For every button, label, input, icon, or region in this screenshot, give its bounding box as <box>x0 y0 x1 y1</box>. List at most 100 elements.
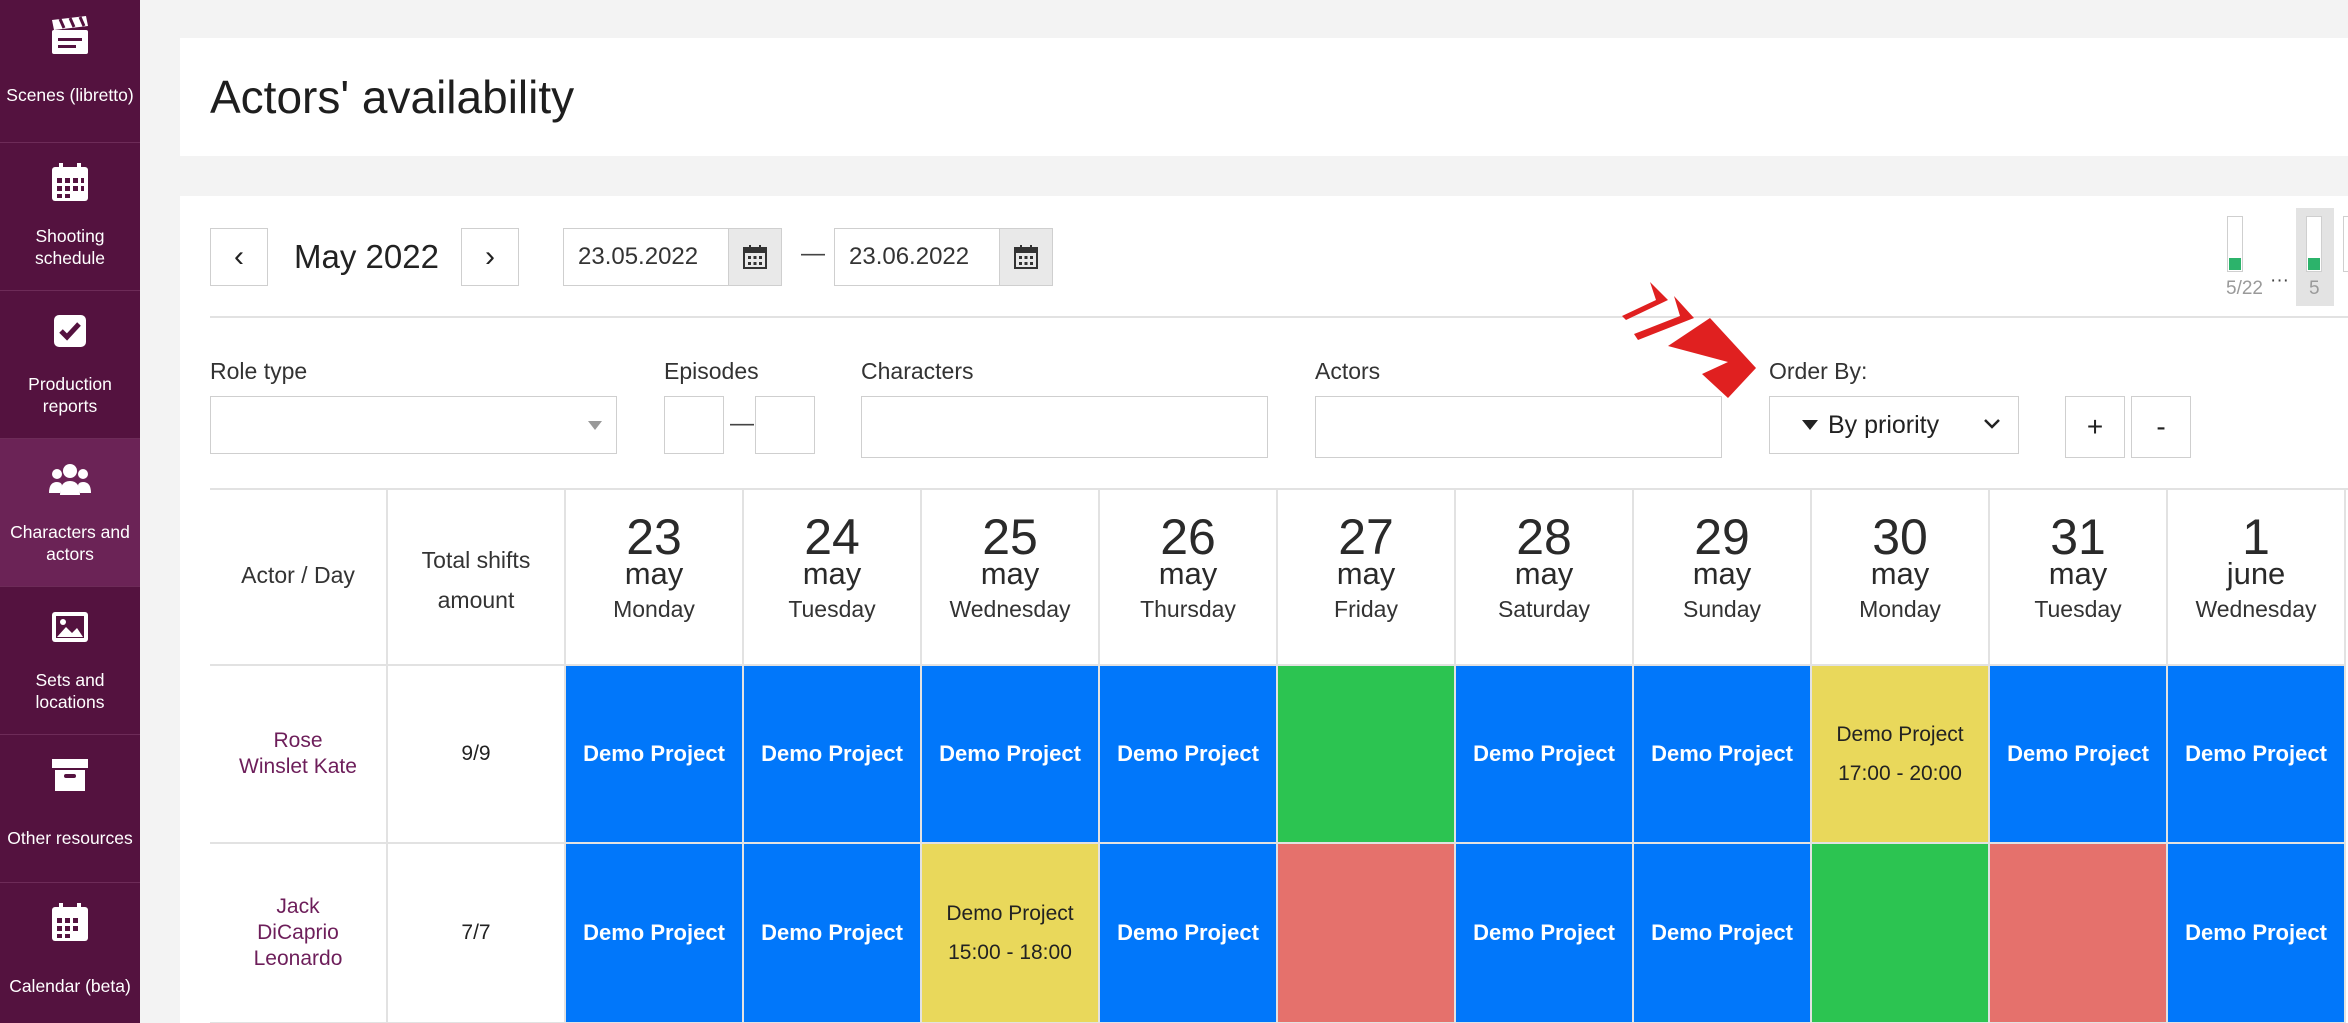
date-range-separator: — <box>801 240 825 267</box>
day-month: may <box>1692 556 1752 591</box>
availability-cell[interactable]: Demo Project <box>744 844 922 1023</box>
order-by-label: Order By: <box>1769 358 1868 384</box>
role-type-select[interactable] <box>210 396 617 454</box>
project-name: Demo Project <box>1117 741 1259 766</box>
project-name: Demo Project <box>1473 920 1615 945</box>
project-name: Demo Project <box>2007 741 2149 766</box>
availability-cell[interactable]: Demo Project 15:00 - 18:00 <box>922 844 1100 1023</box>
next-month-button[interactable]: › <box>461 228 519 286</box>
availability-cell[interactable] <box>1278 666 1456 844</box>
progress-fill <box>2229 258 2241 270</box>
archive-box-icon <box>52 759 88 791</box>
divider <box>210 316 2348 318</box>
header-actor-day: Actor / Day <box>210 488 388 666</box>
order-by-value: By priority <box>1828 410 1940 439</box>
availability-cell[interactable]: Demo Project <box>1990 666 2168 844</box>
table-row-actor-cell: Jaсk DiCaprio Leonardo <box>210 844 388 1023</box>
episodes-from-input[interactable] <box>664 396 724 454</box>
date-from-calendar-button[interactable] <box>728 228 782 286</box>
availability-cell[interactable]: Demo Project 17:00 - 20:00 <box>1812 666 1990 844</box>
actor-link-jack[interactable]: Jaсk DiCaprio Leonardo <box>254 894 343 972</box>
order-by-select[interactable]: By priority <box>1769 396 2019 454</box>
availability-cell[interactable] <box>1278 844 1456 1023</box>
actor-name-line: DiCaprio <box>257 921 339 944</box>
availability-cell[interactable] <box>1812 844 1990 1023</box>
double-chevron-arrow-icon <box>1622 282 1756 398</box>
availability-cell[interactable]: Demo Project <box>1456 666 1634 844</box>
sort-caret-icon <box>1802 420 1818 430</box>
actor-name-line: Jaсk <box>276 895 320 918</box>
day-month: may <box>1336 556 1396 591</box>
sidebar-label: Calendar (beta) <box>9 976 131 996</box>
sidebar-item-production-reports[interactable]: Production reports <box>0 291 140 439</box>
sidebar-item-scenes[interactable]: Scenes (libretto) <box>0 0 140 143</box>
day-month: may <box>2048 556 2108 591</box>
sidebar-item-other-resources[interactable]: Other resources <box>0 735 140 883</box>
date-to-calendar-button[interactable] <box>999 228 1053 286</box>
day-month: may <box>802 556 862 591</box>
date-from-input[interactable]: 23.05.2022 <box>563 228 729 286</box>
episodes-to-input[interactable] <box>755 396 815 454</box>
day-weekday: Monday <box>1859 596 1941 622</box>
header-total-shifts: Total shifts amount <box>388 488 566 666</box>
calendar-icon <box>743 245 767 269</box>
project-name: Demo Project <box>946 902 1074 925</box>
sidebar-item-sets-and-locations[interactable]: Sets and locations <box>0 587 140 735</box>
time-range: 15:00 - 18:00 <box>948 941 1072 964</box>
availability-cell[interactable]: Demo Project <box>1634 666 1812 844</box>
progress-current-label: 5 <box>2309 278 2320 299</box>
day-header: 26 may Thursday <box>1100 488 1278 666</box>
characters-input[interactable] <box>861 396 1268 458</box>
actor-link-rose[interactable]: Rose Winslet Kate <box>239 728 357 780</box>
day-header: 24 may Tuesday <box>744 488 922 666</box>
actor-name-line: Leonardo <box>253 947 343 970</box>
time-range: 17:00 - 20:00 <box>1838 762 1962 785</box>
page-title: Actors' availability <box>210 71 575 123</box>
sidebar-item-characters-and-actors[interactable]: Characters and actors <box>0 439 140 587</box>
header-total-shifts-label: Total shifts amount <box>421 547 531 613</box>
availability-cell[interactable]: Demo Project <box>2168 666 2346 844</box>
day-weekday: Friday <box>1334 596 1398 622</box>
availability-cell[interactable]: Demo Project <box>2168 844 2346 1023</box>
main-panel: ‹ May 2022 › 23.05.2022 — 23.06.2022 5/2… <box>180 196 2348 1023</box>
zoom-in-button[interactable]: + <box>2065 396 2125 458</box>
sidebar-item-calendar[interactable]: Calendar (beta) <box>0 883 140 1023</box>
availability-cell[interactable]: Demo Project <box>922 666 1100 844</box>
day-weekday: Wednesday <box>2195 596 2317 622</box>
sidebar: Scenes (libretto) Shooting schedule Prod… <box>0 0 140 1023</box>
progress-current-box[interactable]: 5 <box>2296 208 2334 306</box>
day-month: may <box>624 556 684 591</box>
table-row-total-cell: 7/7 <box>388 844 566 1023</box>
episodes-separator: — <box>730 410 754 437</box>
availability-cell[interactable]: Demo Project <box>744 666 922 844</box>
shift-total: 9/9 <box>461 742 491 765</box>
availability-cell[interactable]: Demo Project <box>1100 844 1278 1023</box>
day-header: 29 may Sunday <box>1634 488 1812 666</box>
day-month: may <box>1514 556 1574 591</box>
availability-cell[interactable]: Demo Project <box>566 666 744 844</box>
current-month: May 2022 <box>294 238 439 275</box>
day-weekday: Sunday <box>1682 596 1761 622</box>
project-name: Demo Project <box>761 741 903 766</box>
role-type-label: Role type <box>210 358 308 384</box>
project-name: Demo Project <box>939 741 1081 766</box>
availability-cell[interactable]: Demo Project <box>1634 844 1812 1023</box>
day-header: 1 june Wednesday <box>2168 488 2346 666</box>
project-name: Demo Project <box>1651 741 1793 766</box>
zoom-out-button[interactable]: - <box>2131 396 2191 458</box>
title-card: Actors' availability <box>180 38 2348 156</box>
availability-cell[interactable] <box>1990 844 2168 1023</box>
project-name: Demo Project <box>583 920 725 945</box>
progress-more[interactable]: ··· <box>2270 270 2289 292</box>
day-weekday: Tuesday <box>2034 596 2122 622</box>
prev-month-button[interactable]: ‹ <box>210 228 268 286</box>
caret-down-icon <box>588 421 602 430</box>
availability-cell[interactable]: Demo Project <box>566 844 744 1023</box>
availability-cell[interactable]: Demo Project <box>1100 666 1278 844</box>
header-actor-day-label: Actor / Day <box>241 562 355 588</box>
sidebar-item-shooting-schedule[interactable]: Shooting schedule <box>0 143 140 291</box>
day-month: may <box>980 556 1040 591</box>
clapperboard-icon <box>52 16 88 54</box>
date-to-input[interactable]: 23.06.2022 <box>834 228 1000 286</box>
availability-cell[interactable]: Demo Project <box>1456 844 1634 1023</box>
